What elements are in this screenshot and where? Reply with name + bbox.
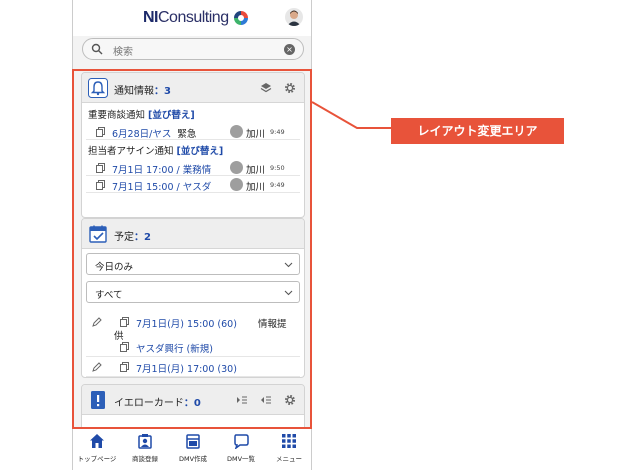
yellow-card-count: ：0 [183,398,201,409]
notification-link: 6月28日/ヤス 緊急 [112,126,196,140]
user-name: 加川 [246,129,266,140]
user-avatar-icon [287,10,301,26]
home-icon [90,434,104,448]
schedule-item[interactable]: 7月1日(月) 15:00 (60) 情報提 供 ヤスダ興行 (新規) [86,311,300,357]
menu-grid-icon [282,434,296,448]
user-avatar-small [230,125,243,138]
nav-top-page[interactable]: トップページ [73,433,121,469]
app-header: NIConsulting [73,0,311,36]
copy-icon [120,362,129,372]
notification-group-assign: 担当者アサイン通知 [並び替え] [88,146,224,157]
edit-pencil-icon[interactable] [92,317,102,327]
nav-meeting-register[interactable]: 商談登録 [121,433,169,469]
type-filter-select[interactable]: すべて [86,281,300,303]
edit-pencil-icon[interactable] [92,362,102,372]
notification-time: 9:50 [270,164,285,172]
notification-text[interactable]: 7月1日 17:00 / 業務情 [112,162,211,176]
notification-group-important: 重要商談通知 [並び替え] [88,110,195,121]
notification-card: 通知情報：3 重要商談通知 [並び替え] 6月28日/ヤス 緊急 加川 9:49… [81,72,305,218]
period-filter-select[interactable]: 今日のみ [86,253,300,275]
schedule-card-header: 予定：2 [82,219,304,249]
search-icon [91,43,103,55]
nav-menu[interactable]: メニュー [265,433,311,469]
schedule-customer[interactable]: ヤスダ興行 (新規) [136,341,213,355]
settings-gear-icon[interactable] [284,82,296,94]
user-name: 加川 [246,182,266,193]
logo-mark-icon [233,11,248,25]
schedule-desc: 情報提 [258,319,287,330]
notification-item[interactable]: 7月1日 17:00 / 業務情 加川 9:50 [86,159,300,176]
notification-text[interactable]: 6月28日/ヤス [112,129,171,140]
nav-label: メニュー [276,455,302,463]
chevron-down-icon [284,262,293,268]
dmv-list-icon [234,434,249,449]
period-filter-value: 今日のみ [95,262,134,273]
dmv-create-icon [186,434,200,449]
layout-area-callout: レイアウト変更エリア [391,118,564,144]
notification-text[interactable]: 7月1日 15:00 / ヤスダ [112,179,211,193]
clear-search-icon[interactable]: × [284,44,295,55]
nav-dmv-create[interactable]: DMV作成 [169,433,217,469]
user-avatar-small [230,161,243,174]
meeting-register-icon [138,434,152,449]
schedule-datetime[interactable]: 7月1日(月) 17:00 (30) [136,361,237,375]
mobile-app-screen: NIConsulting 検索 × 通知情報：3 重要商談通知 [並び替え] 6… [72,0,312,470]
urgent-tag: 緊急 [177,129,197,140]
notification-time: 9:49 [270,128,285,136]
expand-list-icon[interactable] [236,394,248,406]
nav-label: DMV作成 [178,455,208,463]
notification-time: 9:49 [270,181,285,189]
copy-icon [96,127,105,137]
type-filter-value: すべて [95,290,123,301]
yellow-card-card: イエローカード：0 [81,384,305,428]
yellow-card-header: イエローカード：0 [82,385,304,415]
yellow-card-icon [91,391,105,409]
nav-label: 商談登録 [132,455,158,463]
nav-label: トップページ [77,455,117,463]
schedule-desc-wrap: 供 [114,331,124,342]
schedule-datetime[interactable]: 7月1日(月) 15:00 (60) [136,316,237,330]
notification-item[interactable]: 7月1日 15:00 / ヤスダ 加川 9:49 [86,176,300,193]
logo-text: NIConsulting [143,9,229,26]
search-input[interactable]: 検索 × [82,38,304,60]
layout-change-area: 通知情報：3 重要商談通知 [並び替え] 6月28日/ヤス 緊急 加川 9:49… [73,66,311,428]
copy-icon [120,317,129,327]
nav-label: DMV一覧 [226,455,256,463]
yellow-card-title: イエローカード：0 [114,398,201,409]
schedule-card: 予定：2 今日のみ すべて 7月1日(月) 15:00 (60) 情報提 供 ヤ… [81,218,305,378]
user-name: 加川 [246,165,266,176]
schedule-item[interactable]: 7月1日(月) 17:00 (30) [86,357,300,377]
notification-count: ：3 [154,86,171,97]
schedule-count: ：2 [134,232,151,243]
copy-icon [96,180,105,190]
collapse-list-icon[interactable] [260,394,272,406]
bottom-nav: トップページ 商談登録 DMV作成 DMV一覧 メニュー [73,428,311,470]
chevron-down-icon [284,290,293,296]
nav-dmv-list[interactable]: DMV一覧 [217,433,265,469]
notification-bell-icon [88,78,108,98]
search-placeholder: 検索 [113,47,133,58]
settings-gear-icon[interactable] [284,394,296,406]
copy-icon [96,163,105,173]
notification-item[interactable]: 6月28日/ヤス 緊急 加川 9:49 [86,123,300,140]
app-logo[interactable]: NIConsulting [143,8,249,28]
sort-link[interactable]: [並び替え] [177,146,224,157]
schedule-title: 予定：2 [114,232,151,243]
sort-link[interactable]: [並び替え] [148,110,195,121]
user-avatar[interactable] [285,8,303,26]
notification-card-header: 通知情報：3 [82,73,304,103]
screenshot-stage: NIConsulting 検索 × 通知情報：3 重要商談通知 [並び替え] 6… [0,0,640,470]
layers-icon[interactable] [260,82,272,94]
calendar-icon [89,225,107,243]
notification-title: 通知情報：3 [114,86,171,97]
copy-icon [120,342,129,352]
user-avatar-small [230,178,243,191]
